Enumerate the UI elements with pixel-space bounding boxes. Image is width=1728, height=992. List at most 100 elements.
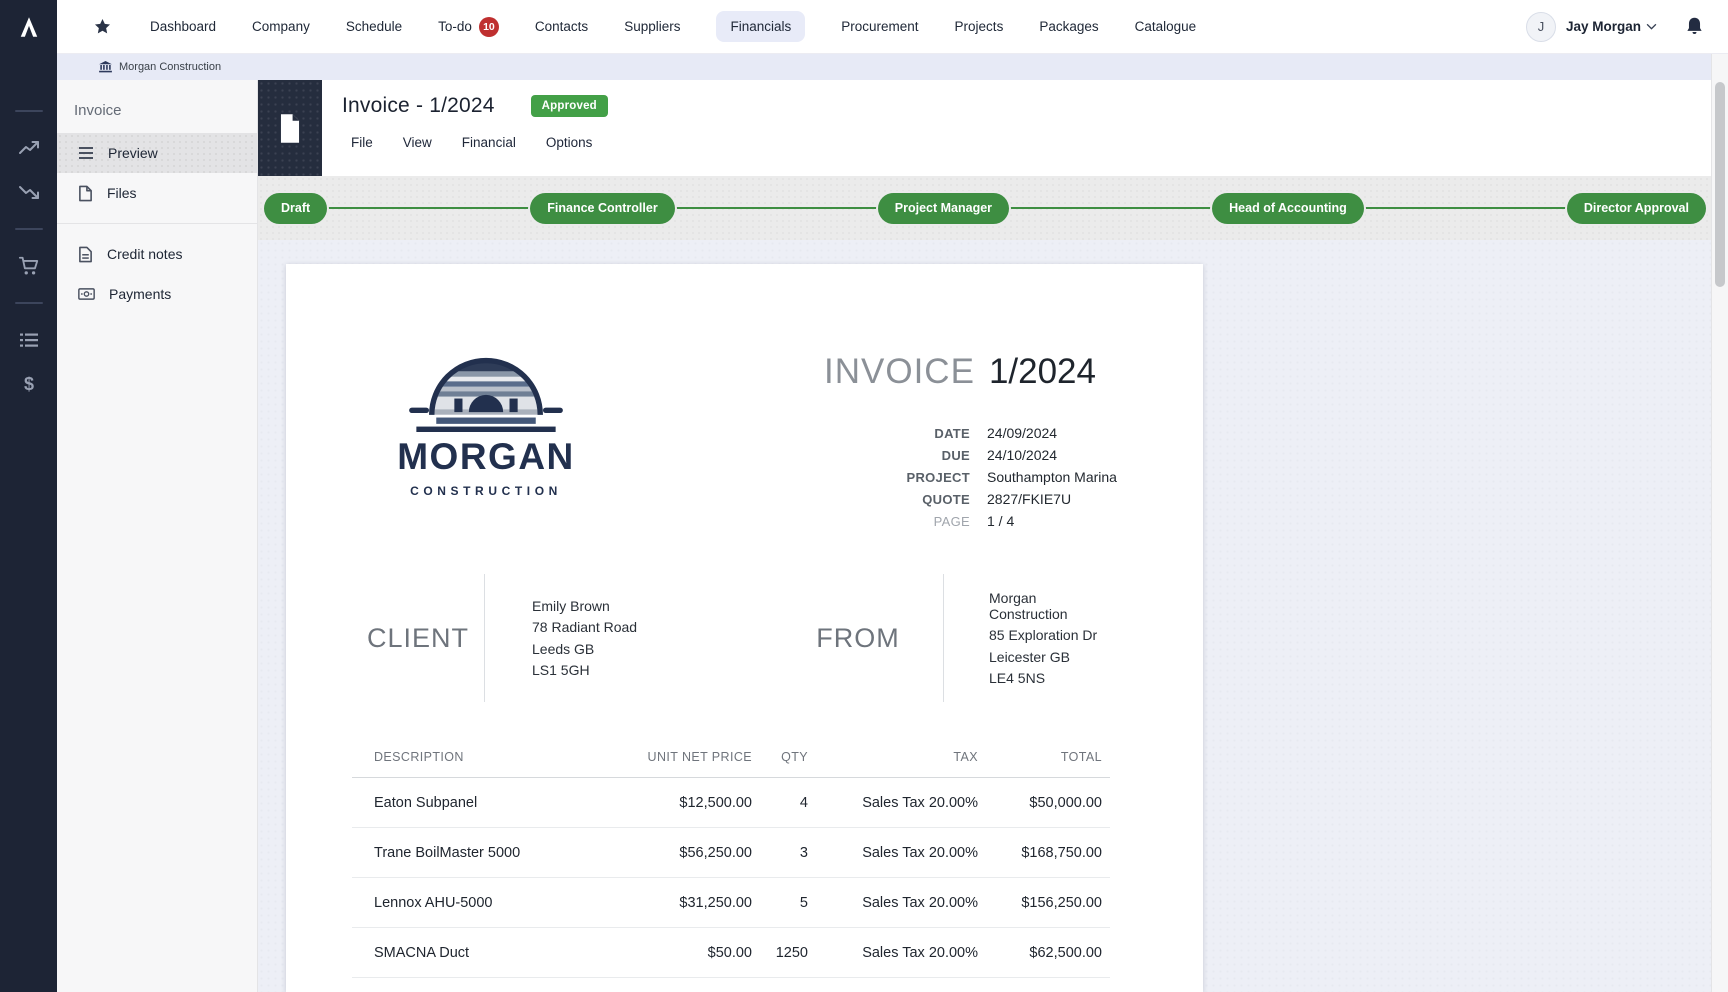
user-name-label: Jay Morgan [1566, 19, 1641, 34]
sidebar-item-credit-notes[interactable]: Credit notes [57, 234, 257, 274]
file-icon [78, 185, 93, 202]
nav-projects[interactable]: Projects [955, 11, 1004, 42]
approval-workflow: Draft Finance Controller Project Manager… [258, 176, 1728, 240]
chevron-down-icon [1646, 23, 1657, 30]
cell-description: Trane BoilMaster 5000 [352, 845, 602, 861]
sidebar-item-label: Payments [109, 286, 171, 302]
nav-schedule[interactable]: Schedule [346, 11, 402, 42]
invoice-sidebar: Invoice Preview Files Credit notes Payme… [57, 80, 258, 992]
left-icon-rail: $ [0, 54, 57, 992]
client-label: CLIENT [352, 574, 484, 702]
from-name: Morgan Construction [989, 590, 1103, 622]
company-bank-icon [99, 61, 112, 73]
nav-todo[interactable]: To-do 10 [438, 9, 499, 45]
cell-unit-net-price: $31,250.00 [602, 895, 752, 911]
meta-label: QUOTE [750, 492, 970, 507]
page-scrollbar [1711, 54, 1728, 992]
nav-dashboard[interactable]: Dashboard [150, 11, 216, 42]
from-address: Morgan Construction 85 Exploration Dr Le… [944, 574, 1103, 702]
user-menu[interactable]: Jay Morgan [1566, 19, 1657, 34]
content-area: Invoice - 1/2024 Approved File View Fina… [258, 80, 1728, 992]
line-items-table: DESCRIPTION UNIT NET PRICE QTY TAX TOTAL… [352, 750, 1110, 978]
nav-procurement[interactable]: Procurement [841, 11, 918, 42]
brand-name: MORGAN [394, 436, 578, 478]
meta-value: 1 / 4 [987, 513, 1130, 529]
company-logo: MORGAN CONSTRUCTION [394, 328, 578, 498]
sidebar-item-preview[interactable]: Preview [57, 133, 257, 173]
status-badge: Approved [531, 95, 608, 117]
cell-tax: Sales Tax 20.00% [808, 845, 978, 861]
workflow-step-head-of-accounting[interactable]: Head of Accounting [1212, 193, 1364, 224]
cell-qty: 5 [752, 895, 808, 911]
meta-label: DUE [750, 448, 970, 463]
cell-total: $168,750.00 [978, 845, 1102, 861]
nav-catalogue[interactable]: Catalogue [1135, 11, 1197, 42]
breadcrumb[interactable]: Morgan Construction [99, 61, 221, 73]
cell-total: $50,000.00 [978, 795, 1102, 811]
cell-total: $156,250.00 [978, 895, 1102, 911]
scrollbar-thumb[interactable] [1715, 82, 1725, 287]
menu-view[interactable]: View [403, 135, 432, 150]
client-name: Emily Brown [532, 598, 743, 614]
trending-down-icon[interactable] [18, 181, 40, 203]
cell-tax: Sales Tax 20.00% [808, 795, 978, 811]
cell-description: SMACNA Duct [352, 945, 602, 961]
nav-company[interactable]: Company [252, 11, 310, 42]
avatar[interactable]: J [1526, 12, 1556, 42]
sidebar-item-files[interactable]: Files [57, 173, 257, 213]
invoice-parties: CLIENT Emily Brown 78 Radiant Road Leeds… [352, 574, 1103, 702]
from-street: 85 Exploration Dr [989, 627, 1103, 643]
cell-unit-net-price: $12,500.00 [602, 795, 752, 811]
meta-row-due: DUE 24/10/2024 [750, 444, 1130, 466]
cell-description: Lennox AHU-5000 [352, 895, 602, 911]
menu-financial[interactable]: Financial [462, 135, 516, 150]
sidebar-item-label: Credit notes [107, 246, 182, 262]
meta-value: 2827/FKIE7U [987, 491, 1130, 507]
app-logo[interactable] [0, 0, 57, 54]
cell-tax: Sales Tax 20.00% [808, 895, 978, 911]
meta-row-page: PAGE 1 / 4 [750, 510, 1130, 532]
nav-right-cluster: J Jay Morgan [1526, 12, 1728, 42]
invoice-number: 1/2024 [989, 352, 1096, 392]
meta-row-project: PROJECT Southampton Marina [750, 466, 1130, 488]
col-tax-header: TAX [808, 750, 978, 764]
table-row: Eaton Subpanel $12,500.00 4 Sales Tax 20… [352, 778, 1110, 828]
cart-icon[interactable] [18, 255, 40, 277]
col-unit-net-price-header: UNIT NET PRICE [602, 750, 752, 764]
favorite-star-button[interactable] [93, 17, 112, 36]
cell-unit-net-price: $56,250.00 [602, 845, 752, 861]
workflow-step-project-manager[interactable]: Project Manager [878, 193, 1009, 224]
nav-packages[interactable]: Packages [1039, 11, 1098, 42]
nav-suppliers[interactable]: Suppliers [624, 11, 680, 42]
nav-contacts[interactable]: Contacts [535, 11, 588, 42]
menu-options[interactable]: Options [546, 135, 593, 150]
sidebar-item-label: Preview [108, 145, 158, 161]
trending-up-icon[interactable] [18, 137, 40, 159]
notifications-button[interactable] [1685, 16, 1704, 37]
menu-file[interactable]: File [351, 135, 373, 150]
cell-tax: Sales Tax 20.00% [808, 945, 978, 961]
nav-financials[interactable]: Financials [716, 11, 805, 42]
star-icon [93, 17, 112, 36]
main-nav: Dashboard Company Schedule To-do 10 Cont… [150, 9, 1196, 45]
workflow-step-finance-controller[interactable]: Finance Controller [530, 193, 674, 224]
rail-divider [15, 302, 43, 304]
breadcrumb-company-label: Morgan Construction [119, 61, 221, 73]
page-title: Invoice - 1/2024 [342, 94, 495, 118]
client-street: 78 Radiant Road [532, 619, 743, 635]
invoice-document: MORGAN CONSTRUCTION INVOICE 1/2024 DATE … [286, 264, 1203, 992]
sidebar-item-payments[interactable]: Payments [57, 274, 257, 314]
client-address: Emily Brown 78 Radiant Road Leeds GB LS1… [485, 574, 743, 702]
brand-tagline: CONSTRUCTION [394, 484, 578, 498]
invoice-header-band: Invoice - 1/2024 Approved File View Fina… [258, 80, 1728, 176]
table-row: SMACNA Duct $50.00 1250 Sales Tax 20.00%… [352, 928, 1110, 978]
list-icon[interactable] [18, 329, 40, 351]
cell-qty: 3 [752, 845, 808, 861]
workflow-step-director-approval[interactable]: Director Approval [1567, 193, 1706, 224]
col-description-header: DESCRIPTION [352, 750, 602, 764]
todo-count-badge: 10 [479, 17, 499, 37]
workflow-step-draft[interactable]: Draft [264, 193, 327, 224]
meta-row-quote: QUOTE 2827/FKIE7U [750, 488, 1130, 510]
dollar-icon[interactable]: $ [19, 373, 39, 395]
from-label: FROM [743, 574, 943, 702]
